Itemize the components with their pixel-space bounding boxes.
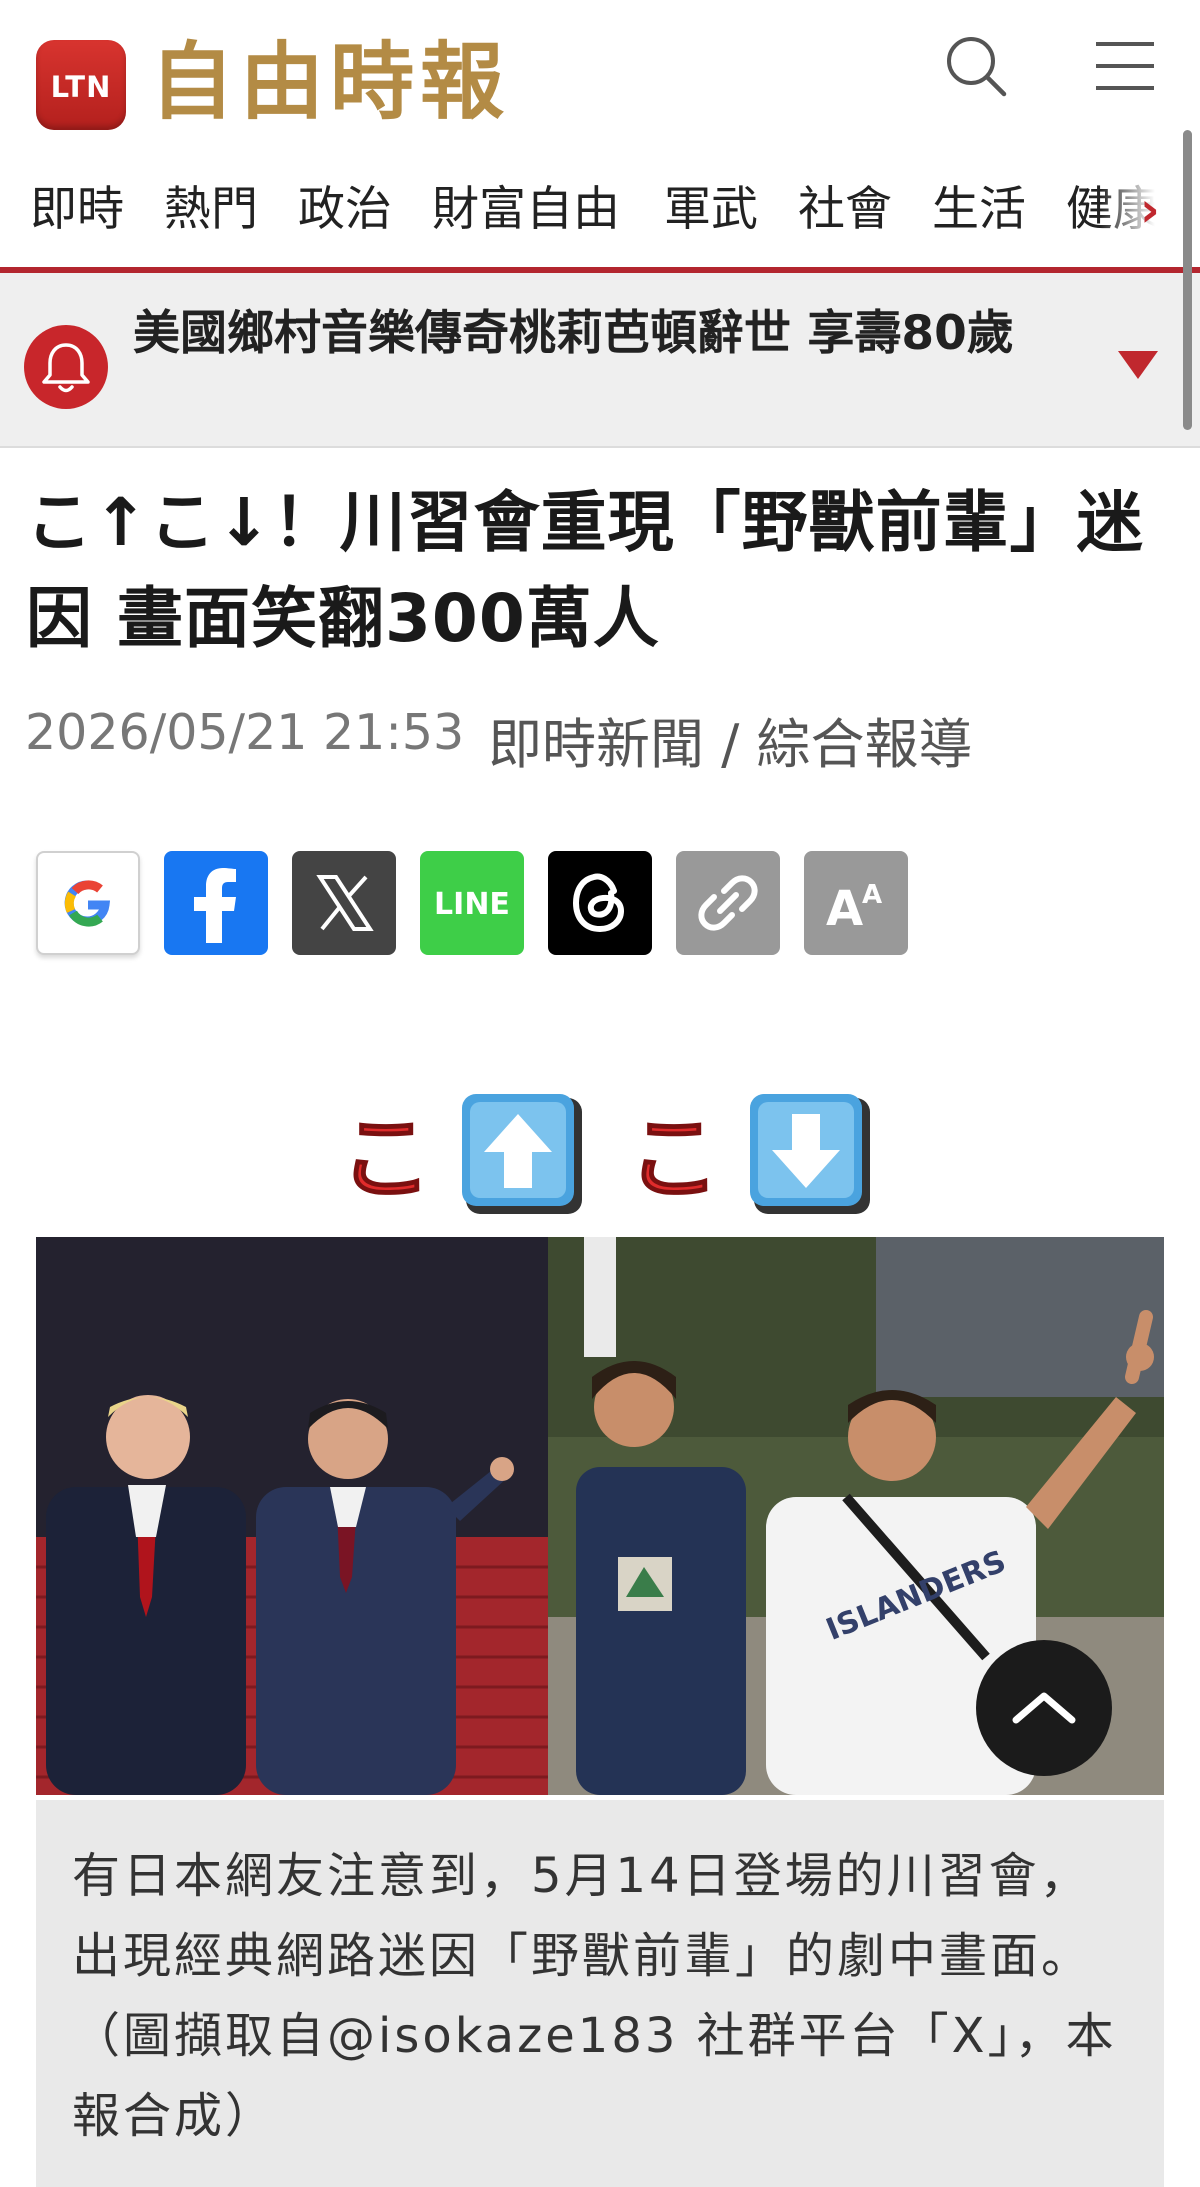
overlay-kana-1: こ (340, 1105, 432, 1212)
article-category[interactable]: 即時新聞 / 綜合報導 (488, 700, 973, 779)
svg-text:A: A (862, 880, 882, 910)
triangle-down-icon[interactable] (1113, 345, 1163, 385)
font-size-icon[interactable]: A A (804, 851, 908, 955)
overlay-kana-2: こ (628, 1105, 720, 1212)
chevron-right-icon[interactable]: › (1140, 175, 1160, 245)
line-icon-label: LINE (434, 887, 510, 922)
arrow-up-emoji-icon (462, 1094, 582, 1214)
page-scrollbar[interactable] (1183, 130, 1192, 430)
logo-badge-text: LTN (50, 70, 112, 104)
site-header: LTN 自由時報 (0, 0, 1200, 175)
nav-item-wealth[interactable]: 財富自由 (432, 175, 620, 245)
nav-item-politics[interactable]: 政治 (298, 175, 392, 245)
nav-item-military[interactable]: 軍武 (664, 175, 758, 245)
photo-caption: 有日本網友注意到，5月14日登場的川習會，出現經典網路迷因「野獸前輩」的劇中畫面… (36, 1800, 1164, 2187)
facebook-icon[interactable] (164, 851, 268, 955)
search-icon[interactable] (940, 30, 1012, 102)
svg-text:A: A (826, 881, 863, 937)
nav-item-popular[interactable]: 熱門 (164, 175, 258, 245)
breaking-news-text[interactable]: 美國鄉村音樂傳奇桃莉芭頓辭世 享壽80歲 (133, 303, 1073, 365)
site-logo-text[interactable]: 自由時報 (150, 34, 510, 130)
article-date: 2026/05/21 21:53 (25, 704, 465, 761)
nav-item-life[interactable]: 生活 (932, 175, 1026, 245)
line-icon[interactable]: LINE (420, 851, 524, 955)
hamburger-menu-icon[interactable] (1090, 30, 1162, 102)
article-headline: こ↑こ↓！川習會重現「野獸前輩」迷因 畫面笑翻300萬人 (26, 484, 1144, 657)
category-nav: 即時 熱門 政治 財富自由 軍武 社會 生活 健康 › (0, 175, 1200, 267)
chevron-up-icon[interactable] (976, 1640, 1112, 1776)
caption-text: 有日本網友注意到，5月14日登場的川習會，出現經典網路迷因「野獸前輩」的劇中畫面… (72, 1848, 1117, 2144)
arrow-down-emoji-icon (750, 1094, 870, 1214)
ltn-logo-badge[interactable]: LTN (36, 40, 126, 130)
nav-item-instant[interactable]: 即時 (30, 175, 124, 245)
link-icon[interactable] (676, 851, 780, 955)
meme-overlay-text: こ こ (339, 1094, 870, 1214)
google-icon[interactable] (36, 851, 140, 955)
photo-left-panel (36, 1237, 548, 1795)
breaking-news-banner[interactable]: 美國鄉村音樂傳奇桃莉芭頓辭世 享壽80歲 (0, 273, 1200, 448)
bell-icon (24, 325, 108, 409)
x-icon[interactable] (292, 851, 396, 955)
threads-icon[interactable] (548, 851, 652, 955)
nav-item-society[interactable]: 社會 (798, 175, 892, 245)
